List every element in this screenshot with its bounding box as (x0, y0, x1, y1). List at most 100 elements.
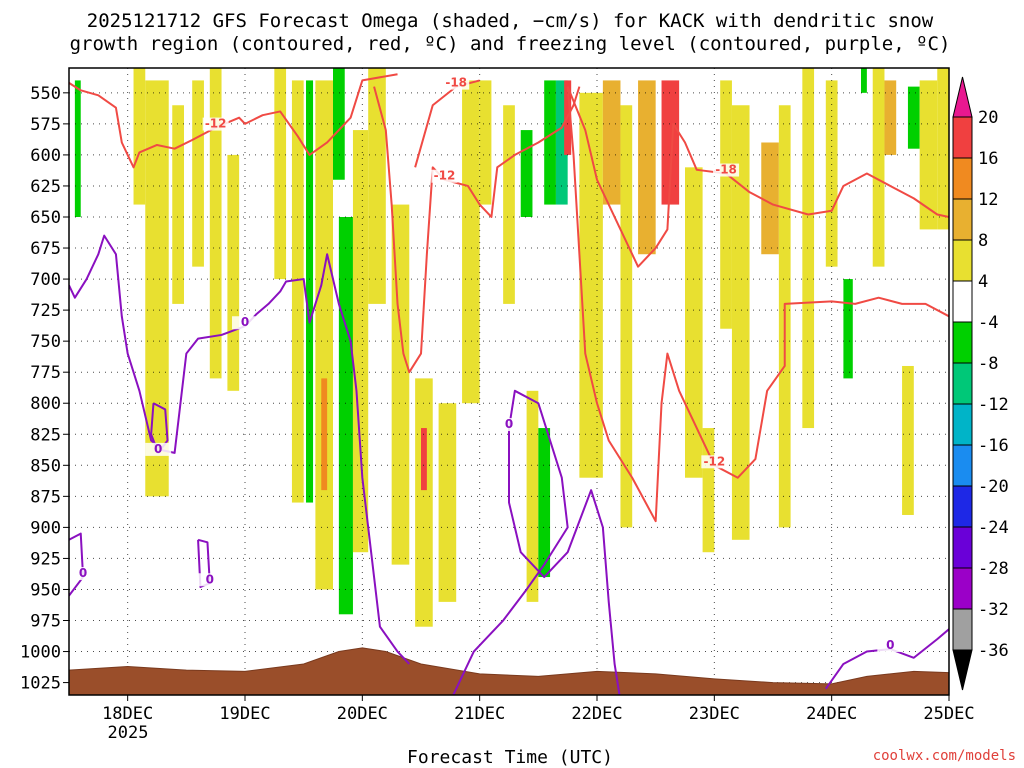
x-tick-label-4: 22DEC (571, 704, 622, 724)
freezing-contour-label-4: 0 (206, 572, 214, 586)
freezing-contour-label-1: 0 (505, 417, 513, 431)
freezing-contour-label-2: 0 (79, 566, 87, 580)
omega-cell-47 (907, 86, 920, 149)
x-axis-title: Forecast Time (UTC) (407, 747, 613, 768)
colorbar-band-0 (952, 608, 973, 651)
omega-cell-38 (761, 142, 779, 255)
omega-cell-10 (315, 80, 333, 590)
x-tick-label-2: 20DEC (337, 704, 388, 724)
y-tick-label-7: 725 (30, 301, 61, 321)
omega-cell-26 (544, 80, 556, 205)
y-tick-label-13: 875 (30, 487, 61, 507)
omega-cell-23 (520, 130, 533, 217)
y-tick-label-15: 925 (30, 549, 61, 569)
omega-cell-11 (321, 378, 328, 491)
omega-cell-30 (602, 80, 621, 205)
omega-cell-13 (338, 216, 353, 615)
omega-cell-31 (620, 105, 633, 528)
colorbar-band-4 (952, 444, 973, 487)
omega-cell-3 (172, 105, 184, 304)
colorbar-label-10: 8 (978, 231, 988, 251)
y-tick-label-2: 600 (30, 146, 61, 166)
x-tick-label-3: 21DEC (454, 704, 505, 724)
colorbar-band-3 (952, 485, 973, 528)
x-axis: 18DEC 19DEC 20DEC 21DEC 22DEC 23DEC 24DEC 25DEC (102, 695, 975, 724)
y-tick-label-5: 675 (30, 239, 61, 259)
dgz-contour-label-4: -18 (445, 76, 467, 90)
omega-cell-41 (825, 80, 838, 267)
omega-cell-25 (538, 428, 551, 578)
colorbar-band-8 (952, 280, 973, 323)
omega-cell-32 (638, 80, 656, 255)
colorbar-band-1 (952, 567, 973, 610)
y-tick-label-17: 975 (30, 612, 61, 632)
omega-cell-40 (802, 68, 815, 429)
omega-cell-42 (843, 279, 853, 379)
colorbar-bottom-triangle (952, 649, 973, 691)
x-tick-label-0: 18DEC (102, 704, 153, 724)
omega-cell-46 (902, 365, 914, 515)
colorbar-label-2: -28 (978, 559, 1009, 579)
y-tick-label-16: 950 (30, 580, 61, 600)
x-tick-label-7: 25DEC (923, 704, 974, 724)
freezing-contour-label-0: 0 (241, 315, 249, 329)
colorbar-band-5 (952, 403, 973, 446)
plot-area: -12 -12 -12 -18 -18 0 0 0 0 0 0 (68, 67, 950, 696)
colorbar-band-2 (952, 526, 973, 569)
colorbar-label-7: -8 (978, 354, 998, 374)
omega-cell-48 (919, 80, 938, 230)
x-tick-label-6: 24DEC (806, 704, 857, 724)
y-tick-label-19: 1025 (20, 674, 61, 694)
y-tick-label-0: 550 (30, 84, 61, 104)
omega-cell-20 (462, 80, 480, 404)
y-axis: 550 575 600 625 650 675 700 725 750 775 800 825 850 8… (20, 84, 69, 694)
y-tick-label-18: 1000 (20, 643, 61, 663)
colorbar-band-7 (952, 321, 973, 364)
omega-time-height-chart: 2025121712 GFS Forecast Omega (shaded, −… (20, 10, 1016, 768)
omega-cell-36 (720, 80, 732, 329)
y-tick-label-6: 700 (30, 270, 61, 290)
omega-cell-22 (503, 105, 515, 304)
omega-cell-34 (685, 167, 703, 478)
colorbar-label-12: 16 (978, 149, 998, 169)
dgz-contour-label-1: -12 (434, 169, 456, 183)
y-tick-label-8: 750 (30, 332, 61, 352)
colorbar-label-11: 12 (978, 190, 998, 210)
colorbar-band-6 (952, 362, 973, 405)
colorbar-label-13: 20 (978, 108, 998, 128)
y-tick-label-10: 800 (30, 394, 61, 414)
colorbar-band-10 (952, 198, 973, 241)
omega-cell-49 (937, 68, 949, 230)
y-tick-label-14: 900 (30, 518, 61, 538)
colorbar-label-1: -32 (978, 600, 1009, 620)
y-tick-label-9: 775 (30, 363, 61, 383)
colorbar-label-6: -12 (978, 395, 1009, 415)
y-tick-label-4: 650 (30, 208, 61, 228)
omega-cell-35 (702, 428, 715, 553)
x-tick-label-5: 23DEC (689, 704, 740, 724)
y-tick-label-3: 625 (30, 177, 61, 197)
colorbar-label-4: -20 (978, 477, 1009, 497)
colorbar-label-8: -4 (978, 313, 998, 333)
omega-cell-44 (872, 68, 885, 267)
y-tick-label-11: 825 (30, 425, 61, 445)
colorbar-label-5: -16 (978, 436, 1009, 456)
omega-cell-4 (192, 80, 204, 267)
credit-text: coolwx.com/models (873, 748, 1016, 764)
y-tick-label-12: 850 (30, 456, 61, 476)
freezing-contour-label-5: 0 (886, 638, 894, 652)
omega-cell-6 (227, 154, 240, 391)
colorbar-band-9 (952, 239, 973, 282)
omega-cell-45 (884, 80, 897, 155)
omega-cell-18 (421, 428, 427, 491)
omega-cell-7 (274, 68, 287, 280)
colorbar-label-0: -36 (978, 641, 1009, 661)
omega-cell-19 (438, 403, 457, 602)
colorbar-label-3: -24 (978, 518, 1009, 538)
colorbar-band-12 (952, 116, 973, 159)
freezing-contour-label-3: 0 (154, 442, 162, 456)
dgz-contour-label-0: -12 (205, 117, 227, 131)
chart-title-line-2: growth region (contoured, red, ºC) and f… (70, 33, 951, 55)
omega-cell-1 (133, 68, 146, 205)
x-tick-label-1: 19DEC (219, 704, 270, 724)
